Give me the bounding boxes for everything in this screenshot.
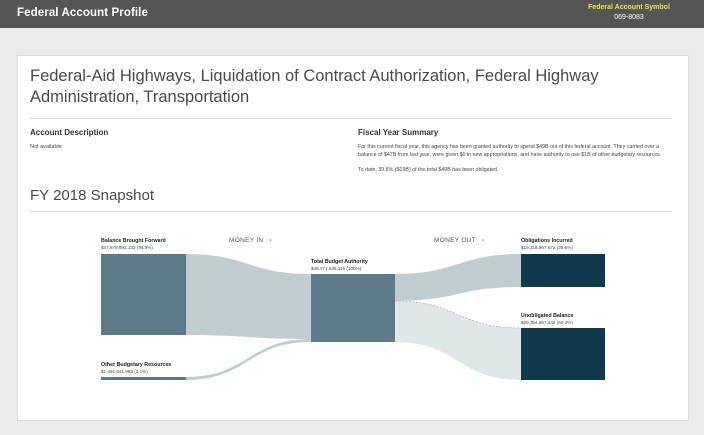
money-out-label: MONEY OUT ›	[434, 237, 484, 244]
flow-balance-to-total	[186, 254, 311, 339]
total-authority-value: $49,371,635,116 (100%)	[311, 266, 362, 271]
symbol-value: 069-8083	[614, 14, 644, 21]
node-other-budgetary-resources[interactable]	[101, 377, 186, 380]
money-in-text: MONEY IN	[229, 237, 264, 244]
balance-forward-label: Balance Brought Forward	[101, 238, 166, 244]
page-header-title: Federal Account Profile	[17, 7, 148, 19]
symbol-label: Federal Account Symbol	[588, 4, 670, 11]
unobligated-label: Unobligated Balance	[521, 313, 574, 319]
obligations-value: $19,216,967,672 (39.6%)	[521, 245, 573, 250]
header-bar: Federal Account Profile Federal Account …	[0, 0, 704, 28]
balance-forward-value: $47,879,993,133 (96.9%)	[101, 245, 153, 250]
node-obligations-incurred[interactable]	[521, 254, 605, 287]
other-resources-label: Other Budgetary Resources	[101, 362, 172, 368]
sankey-diagram: MONEY IN › MONEY OUT › Balance Brought F…	[18, 56, 688, 420]
flow-total-to-unobligated	[395, 301, 521, 380]
node-total-budget-authority[interactable]	[311, 274, 395, 342]
flow-total-to-obligations	[395, 254, 521, 301]
other-resources-value: $1,491,641,983 (3.1%)	[101, 369, 148, 374]
total-authority-label: Total Budget Authority	[311, 259, 368, 265]
chevron-right-icon: ›	[269, 237, 273, 244]
federal-account-symbol: Federal Account Symbol 069-8083	[574, 4, 684, 21]
unobligated-value: $29,354,667,442 (60.4%)	[521, 320, 573, 325]
node-balance-brought-forward[interactable]	[101, 254, 186, 335]
node-unobligated-balance[interactable]	[521, 328, 605, 380]
obligations-label: Obligations Incurred	[521, 238, 573, 244]
money-out-text: MONEY OUT	[434, 237, 476, 244]
money-in-label: MONEY IN ›	[229, 237, 272, 244]
chevron-right-icon: ›	[481, 237, 485, 244]
account-card: Federal-Aid Highways, Liquidation of Con…	[17, 55, 689, 421]
flow-other-to-total	[186, 339, 311, 380]
